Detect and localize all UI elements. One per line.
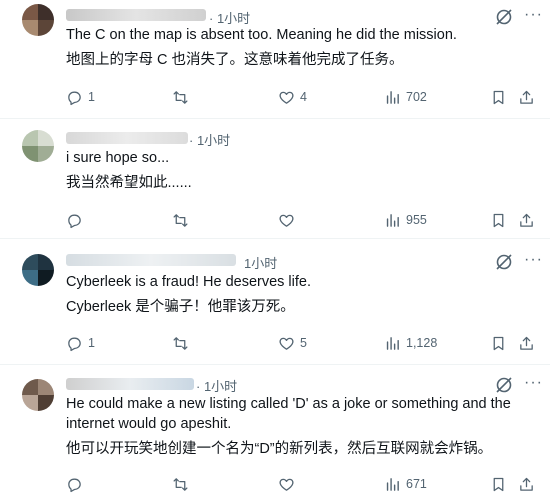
action-bar: 671 xyxy=(60,473,540,495)
like-icon xyxy=(279,214,294,227)
reply-2[interactable]: · 1小时 i sure hope so... 我当然希望如此...... 95… xyxy=(0,119,550,238)
repost-icon xyxy=(173,213,188,227)
views-button[interactable]: 1,128 xyxy=(384,332,437,354)
more-icon[interactable]: ··· xyxy=(524,251,543,269)
views-count: 702 xyxy=(406,90,427,104)
views-button[interactable]: 671 xyxy=(384,473,427,495)
grok-icon[interactable] xyxy=(494,375,514,395)
share-icon xyxy=(520,336,533,350)
share-button[interactable] xyxy=(518,473,535,495)
reply-count: 1 xyxy=(88,90,95,104)
repost-icon xyxy=(173,336,188,350)
views-icon xyxy=(386,336,399,350)
repost-button[interactable] xyxy=(172,209,194,231)
more-icon[interactable]: ··· xyxy=(524,374,543,392)
reply-text-zh: 我当然希望如此...... xyxy=(66,175,192,191)
display-name-blurred[interactable] xyxy=(66,132,188,144)
share-button[interactable] xyxy=(518,209,535,231)
display-name-blurred[interactable] xyxy=(66,9,206,21)
avatar[interactable] xyxy=(22,130,54,162)
views-button[interactable]: 702 xyxy=(384,86,427,108)
bookmark-button[interactable] xyxy=(490,332,507,354)
share-icon xyxy=(520,213,533,227)
reply-icon xyxy=(68,214,81,228)
timestamp[interactable]: · 1小时 xyxy=(196,376,237,395)
bookmark-button[interactable] xyxy=(490,86,507,108)
action-bar: 955 xyxy=(60,209,540,231)
action-bar: 1 4 702 xyxy=(60,86,540,108)
reply-button[interactable]: 1 xyxy=(66,332,95,354)
reply-button[interactable] xyxy=(66,473,88,495)
views-count: 955 xyxy=(406,213,427,227)
bookmark-icon xyxy=(493,336,504,350)
like-button[interactable]: 5 xyxy=(278,332,307,354)
bookmark-icon xyxy=(493,477,504,491)
views-icon xyxy=(386,477,399,491)
share-button[interactable] xyxy=(518,332,535,354)
reply-icon xyxy=(68,91,81,105)
like-button[interactable]: 4 xyxy=(278,86,307,108)
reply-icon xyxy=(68,478,81,492)
share-button[interactable] xyxy=(518,86,535,108)
repost-button[interactable] xyxy=(172,86,194,108)
grok-icon[interactable] xyxy=(494,252,514,272)
share-icon xyxy=(520,477,533,491)
views-count: 671 xyxy=(406,477,427,491)
reply-text-zh: 他可以开玩笑地创建一个名为“D”的新列表，然后互联网就会炸锅。 xyxy=(66,441,493,457)
reply-text-en-line1: He could make a new listing called 'D' a… xyxy=(66,396,511,412)
like-button[interactable] xyxy=(278,209,300,231)
reply-icon xyxy=(68,337,81,351)
timestamp[interactable]: · 1小时 xyxy=(189,130,230,149)
reply-text-en: Cyberleek is a fraud! He deserves life. xyxy=(66,274,311,290)
reply-button[interactable] xyxy=(66,209,88,231)
views-count: 1,128 xyxy=(406,336,438,350)
like-icon xyxy=(279,91,294,104)
like-icon xyxy=(279,337,294,350)
display-name-blurred[interactable] xyxy=(66,254,236,266)
avatar[interactable] xyxy=(22,4,54,36)
like-count: 4 xyxy=(300,90,307,104)
bookmark-button[interactable] xyxy=(490,473,507,495)
repost-icon xyxy=(173,90,188,104)
action-bar: 1 5 1,128 xyxy=(60,332,540,354)
bookmark-button[interactable] xyxy=(490,209,507,231)
bookmark-icon xyxy=(493,90,504,104)
reply-text-zh: 地图上的字母 C 也消失了。这意味着他完成了任务。 xyxy=(66,52,404,68)
timestamp[interactable]: 1小时 xyxy=(244,253,277,272)
avatar[interactable] xyxy=(22,254,54,286)
reply-text-en: i sure hope so... xyxy=(66,150,170,166)
reply-text-en: The C on the map is absent too. Meaning … xyxy=(66,27,457,43)
repost-button[interactable] xyxy=(172,332,194,354)
views-icon xyxy=(386,90,399,104)
avatar[interactable] xyxy=(22,379,54,411)
reply-4[interactable]: · 1小时 ··· He could make a new listing ca… xyxy=(0,365,550,497)
reply-button[interactable]: 1 xyxy=(66,86,95,108)
repost-icon xyxy=(173,477,188,491)
display-name-blurred[interactable] xyxy=(66,378,194,390)
like-icon xyxy=(279,478,294,491)
reply-text-en-line2: internet would go apeshit. xyxy=(66,416,232,432)
like-count: 5 xyxy=(300,336,307,350)
reply-text-zh: Cyberleek 是个骗子！他罪该万死。 xyxy=(66,299,295,315)
grok-icon[interactable] xyxy=(494,7,514,27)
views-icon xyxy=(386,213,399,227)
reply-3[interactable]: 1小时 ··· Cyberleek is a fraud! He deserve… xyxy=(0,239,550,364)
like-button[interactable] xyxy=(278,473,300,495)
bookmark-icon xyxy=(493,213,504,227)
repost-button[interactable] xyxy=(172,473,194,495)
reply-count: 1 xyxy=(88,336,95,350)
reply-1[interactable]: · 1小时 ··· The C on the map is absent too… xyxy=(0,0,550,118)
views-button[interactable]: 955 xyxy=(384,209,427,231)
more-icon[interactable]: ··· xyxy=(524,6,543,24)
share-icon xyxy=(520,90,533,104)
